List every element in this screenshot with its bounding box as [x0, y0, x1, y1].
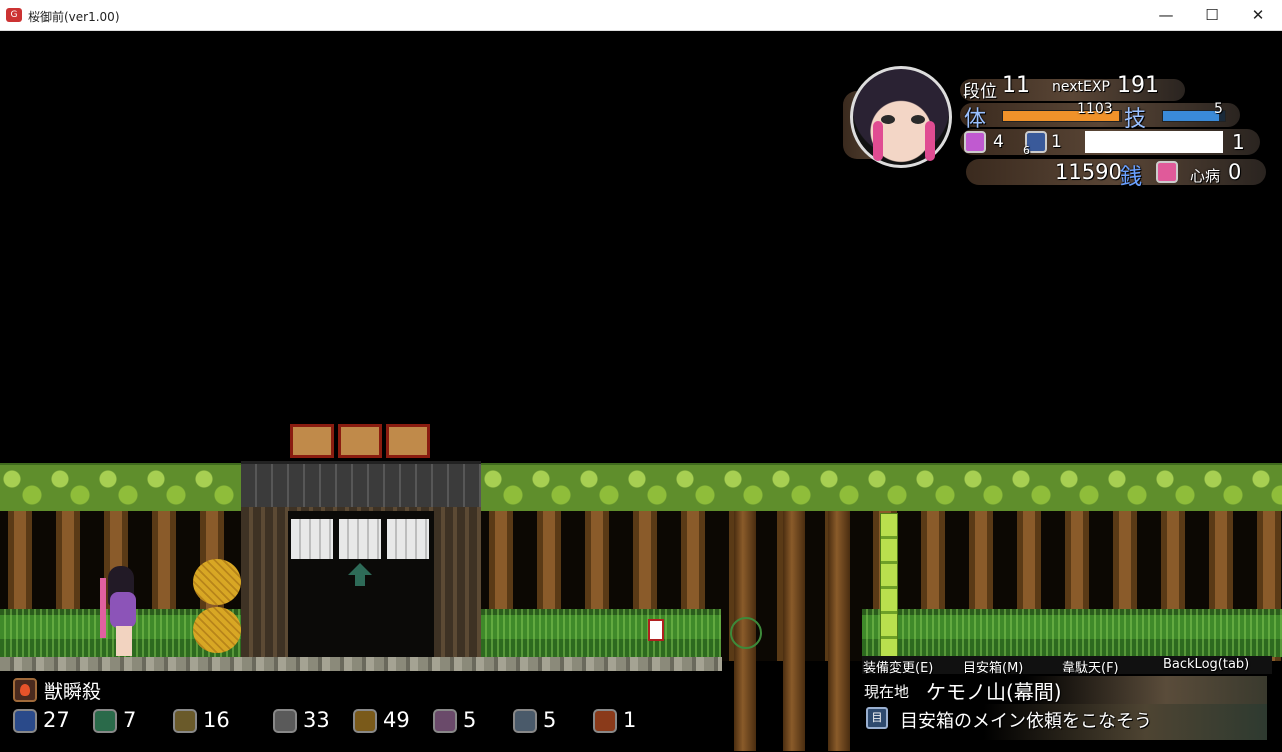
window-titlebar: G 桜御前(ver1.00) — ☐ ✕ — [0, 0, 1282, 31]
equip-menu[interactable]: 装備変更(E) — [863, 657, 933, 676]
hp-value: 1103 — [1077, 101, 1113, 117]
noren-curtain — [339, 519, 381, 559]
rabbit-icon — [433, 709, 457, 733]
character-ribbon — [100, 578, 106, 638]
noren-curtain — [387, 519, 429, 559]
inventory-count: 33 — [303, 708, 330, 732]
shop-sign — [338, 424, 382, 458]
location-name: ケモノ山(幕間) — [926, 680, 1062, 704]
inventory-count: 49 — [383, 708, 410, 732]
bone-icon — [273, 709, 297, 733]
character-legs — [116, 626, 132, 656]
seed-icon — [353, 709, 377, 733]
pit-tree-trunk — [828, 511, 850, 751]
water-drop-icon — [13, 709, 37, 733]
money-label: 銭 — [1120, 165, 1143, 190]
app-icon: G — [6, 8, 22, 22]
sickness-label: 心病 — [1190, 167, 1221, 185]
heart-icon — [1156, 161, 1178, 183]
inventory-count: 5 — [463, 708, 477, 732]
quest-text: 目安箱のメイン依頼をこなそう — [900, 711, 1152, 732]
shop-sign — [386, 424, 430, 458]
forest-canopy — [0, 463, 241, 513]
signpost[interactable] — [648, 619, 664, 641]
location-band — [862, 676, 1267, 704]
location-label: 現在地 — [864, 683, 910, 701]
bamboo-pole — [880, 513, 898, 657]
character-portrait — [850, 66, 952, 168]
stat-a-sub: 6 — [1023, 144, 1030, 157]
level-label: 段位 — [963, 82, 997, 102]
character-body — [110, 592, 136, 628]
skill-value: 5 — [1214, 101, 1223, 117]
stat-a-value: 4 — [993, 132, 1004, 152]
noren-curtain — [291, 519, 333, 559]
window-title: 桜御前(ver1.00) — [28, 10, 120, 24]
backlog-menu[interactable]: BackLog(tab) — [1163, 657, 1249, 672]
level-value: 11 — [1002, 73, 1030, 98]
skill-name: 獣瞬殺 — [44, 681, 102, 703]
inventory-count: 27 — [43, 708, 70, 732]
player-character — [98, 566, 144, 658]
wolf-icon — [513, 709, 537, 733]
fire-icon — [13, 678, 37, 702]
grass-ground — [862, 609, 1282, 657]
next-exp-label: nextEXP — [1052, 79, 1110, 95]
grass-ground — [481, 609, 721, 657]
stat-c-value: 1 — [1232, 130, 1245, 154]
portrait-hair-streak — [925, 121, 935, 161]
stat-a-icon — [964, 131, 986, 153]
inventory-count: 1 — [623, 708, 637, 732]
portrait-hair-streak — [873, 121, 883, 161]
next-exp-value: 191 — [1117, 73, 1159, 98]
quest-scroll-icon: 目 — [866, 707, 888, 729]
blank-status-box — [1085, 131, 1223, 153]
inventory-count: 16 — [203, 708, 230, 732]
target-ring — [730, 617, 762, 649]
shop-sign — [290, 424, 334, 458]
maximize-button[interactable]: ☐ — [1189, 0, 1235, 31]
house-roof — [241, 461, 481, 510]
skill-label: 技 — [1124, 107, 1147, 132]
stone-path — [0, 657, 722, 671]
inventory-count: 5 — [543, 708, 557, 732]
hay-bale — [193, 559, 241, 605]
minimize-button[interactable]: — — [1143, 0, 1189, 31]
portrait-eye — [911, 115, 925, 124]
sickness-value: 0 — [1228, 160, 1242, 184]
fox-icon — [593, 709, 617, 733]
game-viewport[interactable]: 段位 11 nextEXP 191 体 1103 技 5 4 6 1 1 115… — [0, 31, 1282, 752]
hp-label: 体 — [964, 107, 987, 132]
inventory-count: 7 — [123, 708, 137, 732]
hay-bale — [193, 607, 241, 653]
skill-bar-fill — [1163, 111, 1219, 121]
cookie-icon — [173, 709, 197, 733]
stat-b-value: 1 — [1051, 132, 1062, 152]
pit-tree-trunk — [783, 511, 805, 751]
music-note-icon — [93, 709, 117, 733]
portrait-eye — [881, 115, 895, 124]
close-button[interactable]: ✕ — [1235, 0, 1281, 31]
forest-canopy — [481, 463, 1282, 513]
money-value: 11590 — [1055, 160, 1122, 184]
idaten-menu[interactable]: 韋駄天(F) — [1062, 657, 1119, 676]
suggestion-box-menu[interactable]: 目安箱(M) — [963, 657, 1023, 676]
enter-arrow-stem — [355, 574, 365, 586]
